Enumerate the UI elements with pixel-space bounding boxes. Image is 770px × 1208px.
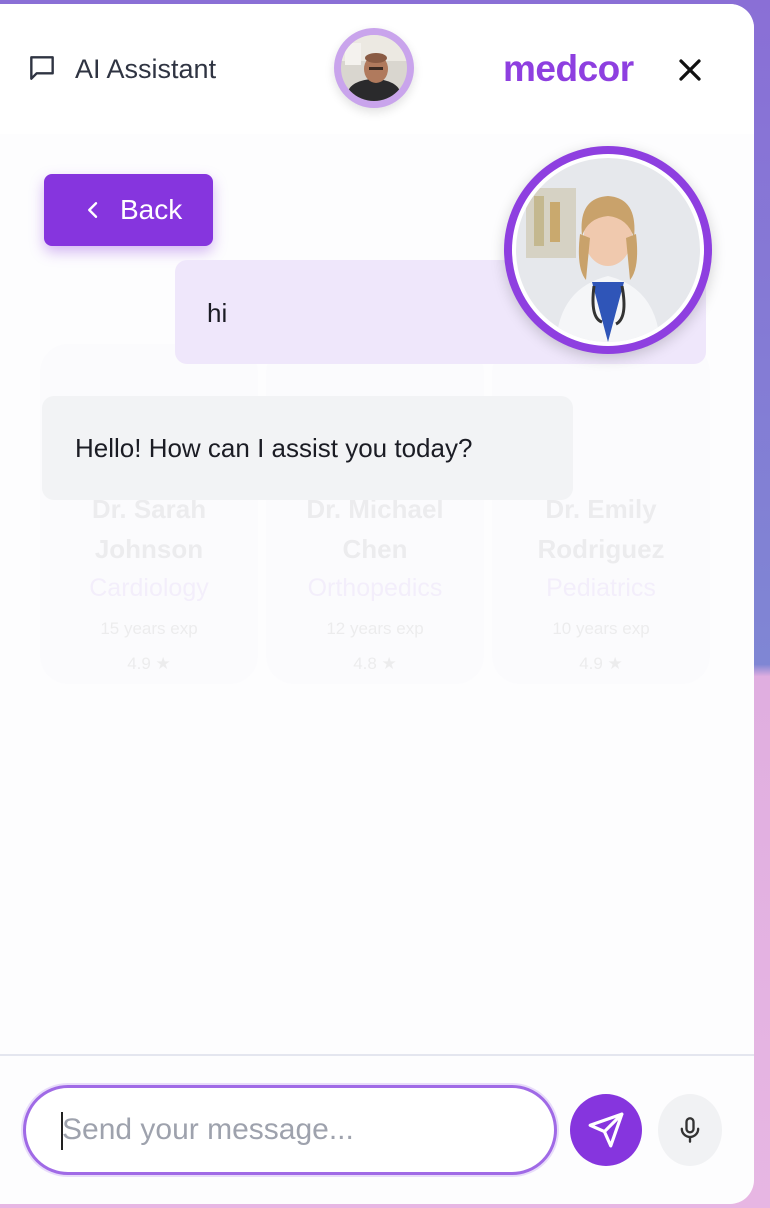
doctor-specialty: Orthopedics: [307, 574, 443, 602]
message-input-container: [23, 1085, 557, 1175]
chat-panel: AI Assistant medcor Dr. Sarah Johnson Ca…: [0, 4, 754, 1204]
doctor-name: Rodriguez: [537, 534, 665, 564]
doctor-rating: 4.9 ★: [579, 654, 623, 673]
send-icon: [588, 1112, 624, 1148]
doctor-avatar[interactable]: [504, 146, 712, 354]
assistant-message-bubble: Hello! How can I assist you today?: [42, 396, 573, 500]
user-avatar[interactable]: [334, 28, 414, 108]
doctor-card: Dr. Emily Rodriguez Pediatrics 10 years …: [492, 344, 710, 684]
header-title: AI Assistant: [75, 54, 217, 84]
back-button[interactable]: Back: [44, 174, 213, 246]
brand-logo: medcor: [503, 48, 634, 89]
doctor-name: Chen: [342, 534, 408, 564]
doctor-experience: 10 years exp: [552, 619, 650, 638]
doctor-rating: 4.9 ★: [127, 654, 171, 673]
message-input[interactable]: [26, 1088, 554, 1172]
doctor-specialty: Pediatrics: [546, 574, 656, 602]
doctor-experience: 12 years exp: [326, 619, 424, 638]
microphone-button[interactable]: [658, 1094, 722, 1166]
doctor-specialty: Cardiology: [89, 574, 209, 602]
text-caret: [61, 1112, 63, 1150]
composer-divider: [0, 1054, 754, 1056]
doctor-name: Johnson: [94, 534, 204, 564]
send-button[interactable]: [570, 1094, 642, 1166]
doctor-card: Dr. Michael Chen Orthopedics 12 years ex…: [266, 344, 484, 684]
microphone-icon: [680, 1117, 700, 1143]
back-button-label: Back: [120, 194, 183, 225]
chevron-left-icon: [88, 202, 98, 218]
close-icon[interactable]: [672, 52, 708, 88]
doctor-experience: 15 years exp: [100, 619, 198, 638]
chat-header: AI Assistant medcor: [0, 4, 754, 134]
doctor-rating: 4.8 ★: [353, 654, 397, 673]
chat-bubble-icon: [30, 56, 54, 80]
doctor-card: Dr. Sarah Johnson Cardiology 15 years ex…: [40, 344, 258, 684]
